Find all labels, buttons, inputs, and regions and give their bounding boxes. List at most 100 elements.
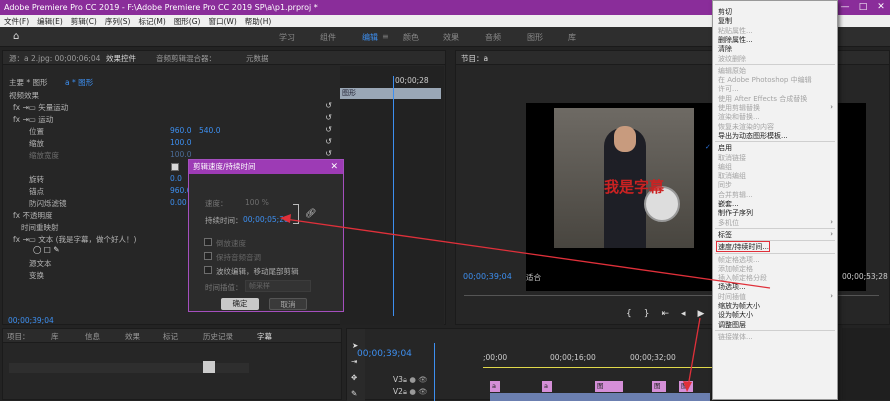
context-menu-item[interactable]: 链接媒体...: [718, 332, 753, 342]
ripple-checkbox[interactable]: [204, 266, 212, 274]
work-area-bar[interactable]: [483, 367, 713, 368]
window-title: Adobe Premiere Pro CC 2019 - F:\Adobe Pr…: [4, 3, 318, 12]
reset-icon[interactable]: ↺: [325, 101, 332, 110]
context-menu-item[interactable]: 波纹删除: [718, 54, 746, 64]
position-x-value[interactable]: 960.0: [170, 126, 191, 135]
scale-value[interactable]: 100.0: [170, 138, 191, 147]
reset-icon[interactable]: ↺: [325, 137, 332, 146]
submenu-arrow-icon: ›: [830, 103, 833, 111]
ripple-edit-icon[interactable]: ✥: [351, 373, 357, 382]
position-y-value[interactable]: 540.0: [199, 126, 220, 135]
step-back-icon[interactable]: ◂: [681, 309, 698, 319]
workspace-libraries[interactable]: 库: [568, 32, 576, 43]
close-icon[interactable]: ✕: [330, 160, 338, 174]
track-eye-icon[interactable]: 🔒︎ ● 👁︎: [403, 387, 428, 397]
maximize-button[interactable]: □: [854, 0, 872, 15]
tab-audio-clip-mixer[interactable]: 音频剪辑混合器：: [156, 53, 216, 64]
menu-window[interactable]: 窗口(W): [208, 16, 236, 27]
timeline-clip[interactable]: 图: [595, 381, 623, 392]
program-timecode[interactable]: 00;00;39;04: [463, 272, 512, 281]
context-menu-item[interactable]: 调整图层: [718, 320, 746, 330]
effect-time-remap[interactable]: 时间重映射: [21, 222, 59, 233]
minimize-button[interactable]: —: [836, 0, 854, 15]
reverse-checkbox[interactable]: [204, 238, 212, 246]
workspace-editing[interactable]: 编辑: [362, 32, 378, 43]
context-menu-item[interactable]: 多机位: [718, 218, 739, 228]
ok-button[interactable]: 确定: [221, 298, 259, 310]
source-tab[interactable]: 源：a 2.jpg: 00;00;06;04: [9, 53, 100, 64]
tab-markers[interactable]: 标记: [163, 331, 178, 342]
tab-project[interactable]: 项目：: [7, 331, 30, 342]
menu-marker[interactable]: 标记(M): [138, 16, 165, 27]
close-button[interactable]: ✕: [872, 0, 890, 15]
scale-width-value[interactable]: 100.0: [170, 150, 191, 159]
tab-effects[interactable]: 效果: [125, 331, 140, 342]
mini-playhead[interactable]: [393, 76, 394, 316]
timeline-clip[interactable]: a: [542, 381, 552, 392]
tab-metadata[interactable]: 元数据: [246, 53, 269, 64]
context-menu-item[interactable]: 导出为动态图形模板...: [718, 131, 788, 141]
tab-libraries[interactable]: 库: [51, 331, 59, 342]
tab-captions[interactable]: 字幕: [257, 331, 272, 342]
go-to-in-icon[interactable]: ⇤: [661, 309, 681, 319]
track-label-v3[interactable]: V3: [393, 375, 403, 384]
tab-history[interactable]: 历史记录: [203, 331, 233, 342]
uniform-scale-checkbox[interactable]: [171, 163, 179, 171]
interp-select[interactable]: 帧采样: [245, 280, 311, 292]
fit-dropdown[interactable]: 适合: [526, 272, 541, 283]
workspace-learning[interactable]: 学习: [279, 32, 295, 43]
workspace-color[interactable]: 颜色: [403, 32, 419, 43]
link-bracket: [293, 204, 299, 224]
clip-label: a: [544, 382, 548, 390]
cancel-button[interactable]: 取消: [269, 298, 307, 310]
mini-clip-bar[interactable]: 图形: [340, 88, 441, 99]
menu-graphics[interactable]: 图形(G): [174, 16, 201, 27]
effect-text[interactable]: fx ⇥▭ 文本 (我是字幕，做个好人！): [13, 234, 136, 245]
mark-out-icon[interactable]: }: [644, 309, 662, 319]
workspace-effects[interactable]: 效果: [443, 32, 459, 43]
effect-motion[interactable]: fx ⇥▭ 运动: [13, 114, 53, 125]
speed-value[interactable]: 100 %: [245, 198, 269, 207]
timeline-clip[interactable]: 图: [679, 381, 693, 392]
link-icon[interactable]: 🔗︎: [305, 209, 316, 219]
timeline-playhead[interactable]: [434, 343, 435, 401]
home-icon[interactable]: ⌂: [13, 31, 19, 42]
effect-timecode[interactable]: 00;00;39;04: [8, 316, 54, 325]
tab-info[interactable]: 信息: [85, 331, 100, 342]
speed-duration-dialog: 剪辑速度/持续时间 ✕ 速度： 100 % 持续时间： 00;00;05;28 …: [188, 159, 344, 312]
mini-timecode: 00;00;28: [395, 76, 429, 85]
menu-help[interactable]: 帮助(H): [245, 16, 272, 27]
program-title[interactable]: 节目：a: [461, 53, 488, 64]
menu-file[interactable]: 文件(F): [4, 16, 29, 27]
caption-swatch[interactable]: [203, 361, 215, 373]
reset-icon[interactable]: ↺: [325, 125, 332, 134]
reset-icon[interactable]: ↺: [325, 113, 332, 122]
menu-clip[interactable]: 剪辑(C): [71, 16, 97, 27]
workspace-audio[interactable]: 音频: [485, 32, 501, 43]
keep-pitch-checkbox[interactable]: [204, 252, 212, 260]
track-lock-icon[interactable]: 🔒︎ ● 👁︎: [403, 375, 428, 385]
timeline-timecode[interactable]: 00;00;39;04: [357, 349, 412, 359]
effect-vector-motion[interactable]: fx ⇥▭ 矢量运动: [13, 102, 68, 113]
track-label-v2[interactable]: V2: [393, 387, 403, 396]
workspace-graphics[interactable]: 图形: [527, 32, 543, 43]
context-menu-item[interactable]: 标签: [718, 230, 732, 240]
prop-source-text: 源文本: [29, 259, 52, 268]
timeline-clip[interactable]: a: [490, 381, 500, 392]
text-shape-tools-icon[interactable]: ◯ □ ✎: [33, 245, 60, 254]
context-menu-item[interactable]: 速度/持续时间...: [718, 242, 769, 252]
tab-effect-controls[interactable]: 效果控件: [106, 53, 136, 64]
clip-name[interactable]: a * 图形: [65, 77, 93, 88]
workspace-assembly[interactable]: 组件: [320, 32, 336, 43]
razor-tool-icon[interactable]: ✎: [351, 389, 357, 398]
reset-icon[interactable]: ↺: [325, 149, 332, 158]
menu-edit[interactable]: 编辑(E): [37, 16, 63, 27]
menu-sequence[interactable]: 序列(S): [105, 16, 131, 27]
mark-in-icon[interactable]: {: [626, 309, 644, 319]
workspace-menu-icon[interactable]: ≡: [382, 32, 389, 41]
effect-opacity[interactable]: fx 不透明度: [13, 210, 52, 221]
duration-value[interactable]: 00;00;05;28: [243, 215, 289, 224]
anti-flicker-value[interactable]: 0.00: [170, 198, 187, 207]
timeline-clip[interactable]: 图: [652, 381, 666, 392]
rotation-value[interactable]: 0.0: [170, 174, 182, 183]
